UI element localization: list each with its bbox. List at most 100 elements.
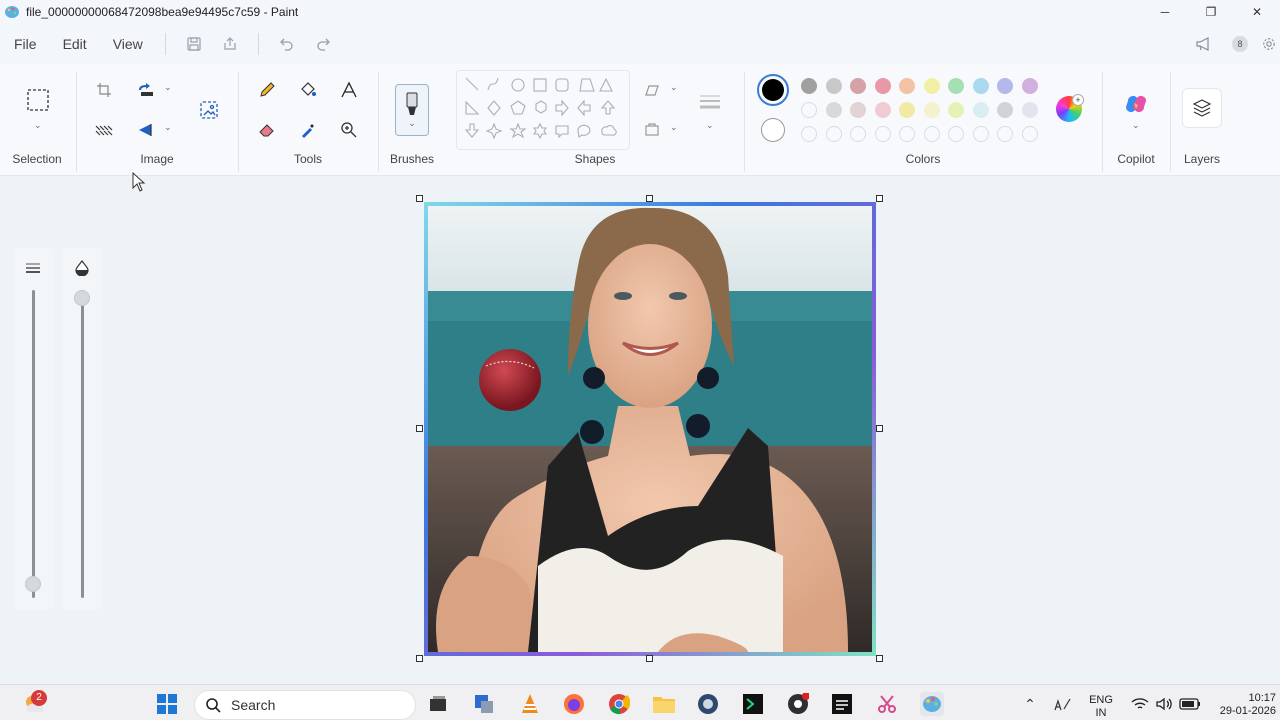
color-swatch[interactable] xyxy=(874,78,891,94)
color-swatch[interactable] xyxy=(997,78,1013,94)
color-swatch[interactable] xyxy=(825,78,842,94)
flip-icon[interactable] xyxy=(132,116,160,144)
color-swatch[interactable] xyxy=(972,102,989,118)
color-swatch[interactable] xyxy=(948,102,964,118)
eraser-icon[interactable] xyxy=(253,116,281,144)
stroke-size-icon[interactable] xyxy=(696,88,724,116)
layers-button[interactable] xyxy=(1182,88,1222,128)
pen-input-icon[interactable] xyxy=(1050,692,1074,716)
color-swatch[interactable] xyxy=(899,78,915,94)
menu-file[interactable]: File xyxy=(14,36,37,52)
color-swatch[interactable] xyxy=(1021,126,1038,142)
resize-handle-right[interactable] xyxy=(876,425,883,432)
chevron-down-icon[interactable]: ⌄ xyxy=(164,122,172,133)
close-button[interactable]: ✕ xyxy=(1234,0,1280,24)
pycharm-icon[interactable] xyxy=(741,692,765,716)
volume-icon[interactable] xyxy=(1152,692,1176,716)
image-generator-icon[interactable] xyxy=(195,96,223,124)
color-swatch[interactable] xyxy=(874,102,891,118)
color-swatch[interactable] xyxy=(801,126,817,142)
opacity-track[interactable] xyxy=(81,290,84,598)
settings-icon[interactable] xyxy=(1262,30,1276,58)
smartboard-icon[interactable] xyxy=(830,692,854,716)
color-swatch[interactable] xyxy=(899,126,915,142)
stroke-size-track[interactable] xyxy=(32,290,35,598)
opacity-slider-thumb[interactable] xyxy=(74,290,90,306)
vlc-icon[interactable] xyxy=(518,692,542,716)
color-swatch[interactable] xyxy=(948,126,964,142)
color-swatch[interactable] xyxy=(923,78,940,94)
resize-handle-bottom-left[interactable] xyxy=(416,655,423,662)
chevron-down-icon[interactable]: ⌄ xyxy=(670,122,678,133)
paint-taskbar-icon[interactable] xyxy=(920,692,944,716)
color-swatch[interactable] xyxy=(923,126,940,142)
wifi-icon[interactable] xyxy=(1128,692,1152,716)
color-swatch[interactable] xyxy=(825,102,842,118)
language-indicator[interactable]: ENG IN xyxy=(1086,694,1116,720)
brushes-button[interactable]: ⌄ xyxy=(395,84,429,136)
color-swatch[interactable] xyxy=(899,102,915,118)
resize-handle-top-left[interactable] xyxy=(416,195,423,202)
shape-fill-icon[interactable] xyxy=(638,116,666,144)
crop-icon[interactable] xyxy=(90,76,118,104)
add-color-icon[interactable]: + xyxy=(1072,94,1084,106)
menu-view[interactable]: View xyxy=(113,36,143,52)
fill-bucket-icon[interactable] xyxy=(294,76,322,104)
redo-icon[interactable] xyxy=(309,30,337,58)
taskbar-search-box[interactable]: Search xyxy=(194,690,416,720)
chevron-down-icon[interactable]: ⌄ xyxy=(1132,120,1140,131)
chevron-up-icon[interactable]: ⌃ xyxy=(1018,692,1042,716)
clock[interactable]: 10:17 29-01-2026 xyxy=(1214,692,1280,718)
minimize-button[interactable]: ─ xyxy=(1142,0,1188,24)
pencil-icon[interactable] xyxy=(253,76,281,104)
chevron-down-icon[interactable]: ⌄ xyxy=(34,120,42,131)
color-swatch[interactable] xyxy=(825,126,842,142)
color-swatch[interactable] xyxy=(801,78,817,94)
announcement-icon[interactable] xyxy=(1190,30,1218,58)
stroke-size-slider-thumb[interactable] xyxy=(25,576,41,592)
color-swatch[interactable] xyxy=(850,126,866,142)
outline-icon[interactable] xyxy=(638,76,666,104)
undo-icon[interactable] xyxy=(273,30,301,58)
color-swatch[interactable] xyxy=(997,102,1013,118)
color-swatch[interactable] xyxy=(1021,78,1038,94)
color-swatch[interactable] xyxy=(972,78,989,94)
resize-handle-bottom-right[interactable] xyxy=(876,655,883,662)
color-swatch[interactable] xyxy=(850,78,866,94)
snipping-tool-icon[interactable] xyxy=(875,692,899,716)
remote-desktop-icon[interactable] xyxy=(472,692,496,716)
chrome-icon[interactable] xyxy=(607,692,631,716)
image-select-icon[interactable] xyxy=(90,116,118,144)
menu-edit[interactable]: Edit xyxy=(63,36,87,52)
color-swatch[interactable] xyxy=(997,126,1013,142)
color-picker-icon[interactable] xyxy=(294,116,322,144)
chevron-down-icon[interactable]: ⌄ xyxy=(164,82,172,93)
chevron-down-icon[interactable]: ⌄ xyxy=(706,120,714,131)
secondary-color-swatch[interactable] xyxy=(761,118,785,142)
color-swatch[interactable] xyxy=(801,102,817,118)
color-swatch[interactable] xyxy=(972,126,989,142)
resize-handle-bottom[interactable] xyxy=(646,655,653,662)
save-icon[interactable] xyxy=(180,30,208,58)
maximize-button[interactable]: ❐ xyxy=(1188,0,1234,24)
windows-start-icon[interactable] xyxy=(155,692,179,716)
color-swatch[interactable] xyxy=(874,126,891,142)
resize-handle-left[interactable] xyxy=(416,425,423,432)
color-swatch[interactable] xyxy=(923,102,940,118)
copilot-icon[interactable] xyxy=(1122,90,1150,118)
selection-tool[interactable] xyxy=(24,86,52,114)
battery-icon[interactable] xyxy=(1178,692,1202,716)
obs-icon[interactable] xyxy=(786,692,810,716)
color-swatch[interactable] xyxy=(850,102,866,118)
magnifier-icon[interactable] xyxy=(335,116,363,144)
media-app-icon[interactable] xyxy=(696,692,720,716)
firefox-icon[interactable] xyxy=(562,692,586,716)
share-icon[interactable] xyxy=(216,30,244,58)
resize-handle-top[interactable] xyxy=(646,195,653,202)
color-swatch[interactable] xyxy=(948,78,964,94)
resize-icon[interactable] xyxy=(132,76,160,104)
canvas[interactable] xyxy=(424,202,876,656)
task-view-icon[interactable] xyxy=(426,692,450,716)
color-swatch[interactable] xyxy=(1021,102,1038,118)
resize-handle-top-right[interactable] xyxy=(876,195,883,202)
